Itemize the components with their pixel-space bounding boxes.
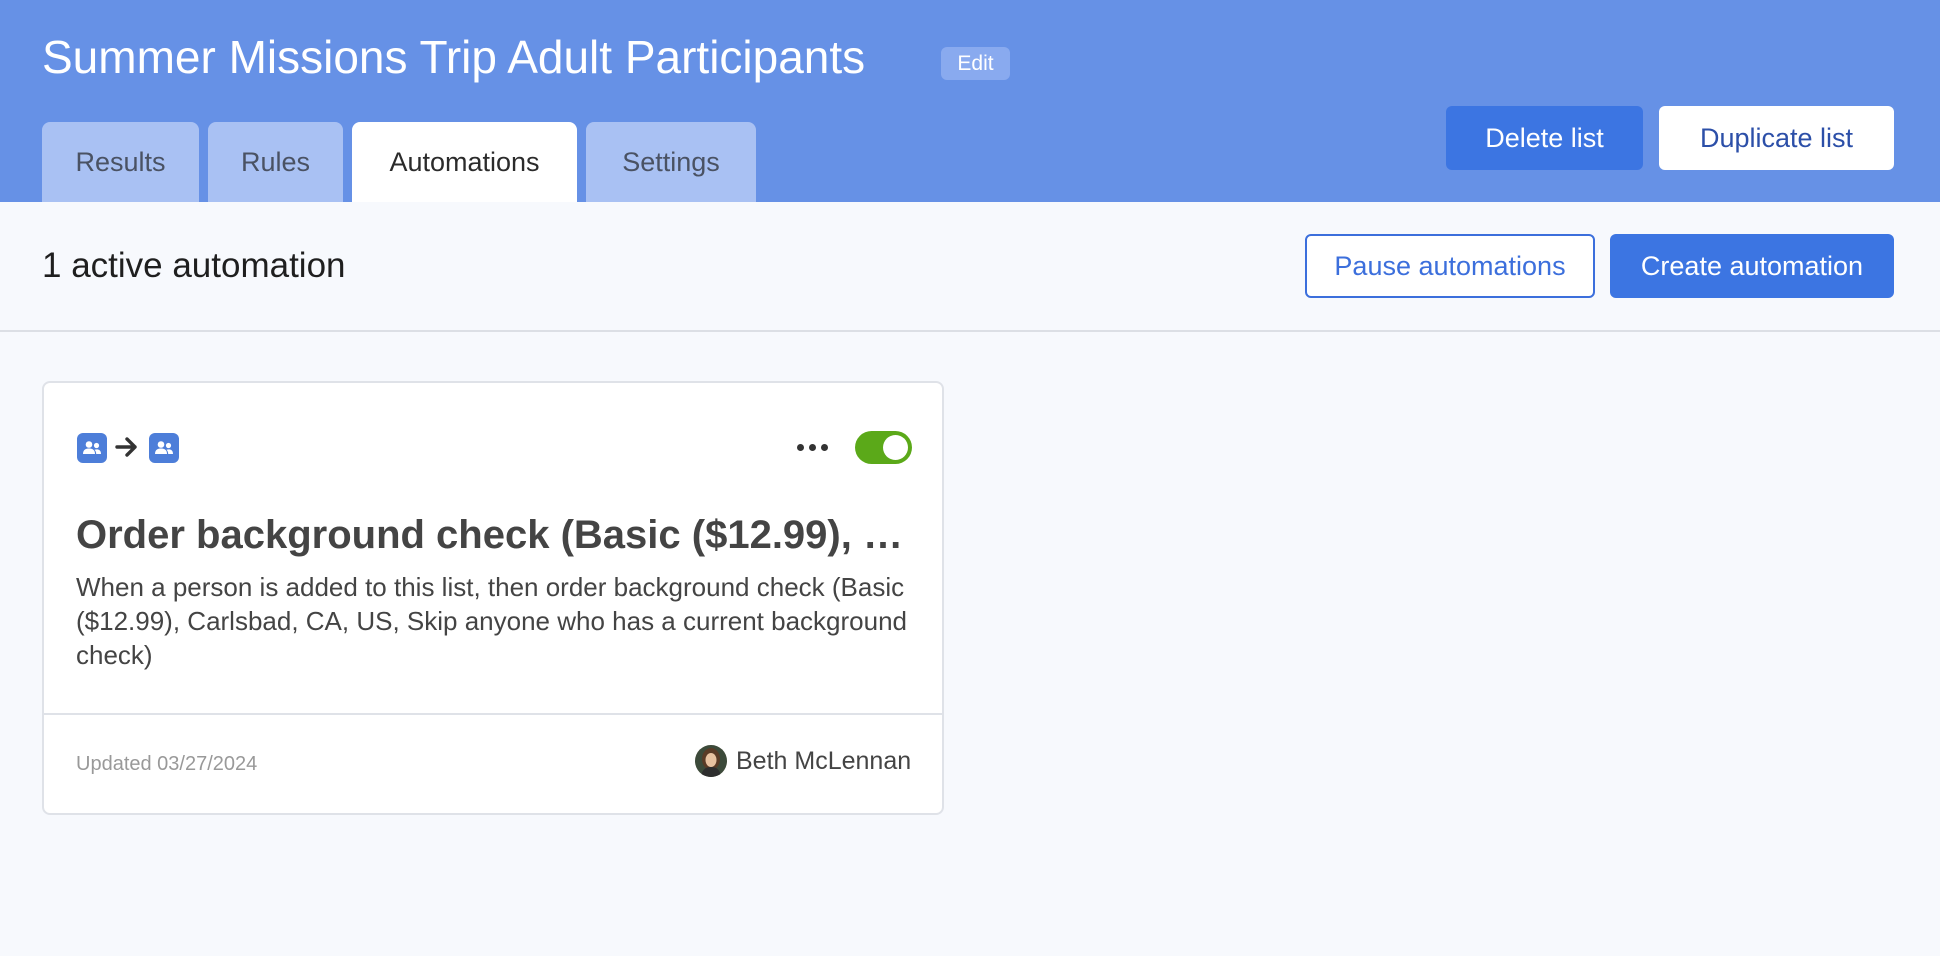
tab-rules[interactable]: Rules (208, 122, 343, 202)
updated-date: Updated 03/27/2024 (76, 753, 258, 775)
pause-automations-button[interactable]: Pause automations (1305, 234, 1595, 298)
tab-settings[interactable]: Settings (586, 122, 756, 202)
owner-name: Beth McLennan (736, 747, 912, 775)
avatar (695, 745, 727, 777)
automation-title: Order background check (Basic ($12.99), … (76, 513, 916, 557)
more-options-icon[interactable] (793, 427, 833, 467)
tab-automations[interactable]: Automations (352, 122, 577, 202)
list-header: Summer Missions Trip Adult Participants … (0, 0, 1940, 202)
list-title: Summer Missions Trip Adult Participants (42, 31, 866, 83)
card-divider (44, 713, 942, 715)
arrow-right-icon (115, 437, 137, 457)
toolbar-divider (0, 330, 1940, 332)
active-automation-count: 1 active automation (42, 246, 346, 285)
create-automation-button[interactable]: Create automation (1610, 234, 1894, 298)
toggle-knob (883, 435, 908, 460)
people-icon (149, 433, 179, 463)
tab-results[interactable]: Results (42, 122, 199, 202)
people-icon (77, 433, 107, 463)
duplicate-list-button[interactable]: Duplicate list (1659, 106, 1894, 170)
automation-card[interactable]: Order background check (Basic ($12.99), … (42, 381, 944, 815)
automation-enabled-toggle[interactable] (855, 431, 912, 464)
delete-list-button[interactable]: Delete list (1446, 106, 1643, 170)
automation-description: When a person is added to this list, the… (76, 572, 908, 670)
edit-title-button[interactable]: Edit (941, 47, 1010, 80)
